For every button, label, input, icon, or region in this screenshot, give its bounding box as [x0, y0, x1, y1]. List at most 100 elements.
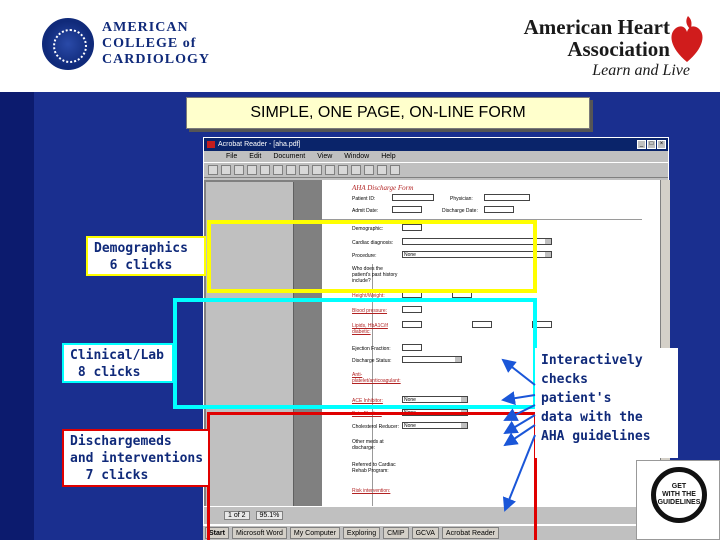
clinical-lab-callout: Clinical/Lab 8 clicks: [62, 343, 174, 383]
discharge-callout: Dischargemeds and interventions 7 clicks: [62, 429, 210, 487]
fit-page-icon[interactable]: [364, 165, 374, 175]
menu-edit[interactable]: Edit: [249, 151, 261, 162]
form-title: AHA Discharge Form: [352, 184, 414, 192]
acrobat-icon: [207, 141, 215, 148]
vertical-scrollbar[interactable]: [660, 180, 670, 508]
menu-bar: File Edit Document View Window Help: [204, 151, 668, 162]
label-admit-date: Admit Date:: [352, 208, 379, 214]
blood-pressure-field[interactable]: [402, 306, 422, 313]
close-button[interactable]: ×: [657, 140, 666, 149]
last-page-icon[interactable]: [312, 165, 322, 175]
physician-field[interactable]: [484, 194, 530, 201]
menu-view[interactable]: View: [317, 151, 332, 162]
age-field[interactable]: [402, 224, 422, 231]
hand-tool-icon[interactable]: [234, 165, 244, 175]
label-ace-inhibitor: ACE Inhibitor:: [352, 398, 383, 404]
get-with-the-guidelines-logo: GET WITH THE GUIDELINES: [636, 460, 720, 540]
guideline-check-callout: Interactively checks patient's data with…: [535, 348, 678, 458]
label-cholesterol-reducer: Cholesterol Reducer:: [352, 424, 399, 430]
beta-blocker-value: None: [404, 410, 416, 416]
patient-id-field[interactable]: [392, 194, 434, 201]
label-physician: Physician:: [450, 196, 473, 202]
navigation-pane: [206, 182, 294, 506]
slide-title: SIMPLE, ONE PAGE, ON-LINE FORM: [250, 104, 526, 121]
aha-heart-torch-icon: [671, 16, 703, 62]
print-icon[interactable]: [221, 165, 231, 175]
label-cardiac-rehab: Referred to Cardiac Rehab Program:: [352, 462, 396, 474]
taskbar-item[interactable]: Acrobat Reader: [441, 527, 499, 539]
select-text-icon[interactable]: [260, 165, 270, 175]
taskbar-item[interactable]: My Computer: [289, 527, 340, 539]
window-titlebar: Acrobat Reader - [aha.pdf] _ □ ×: [204, 138, 668, 151]
minimize-button[interactable]: _: [637, 140, 646, 149]
window-controls: _ □ ×: [637, 140, 666, 149]
form-page: AHA Discharge Form Patient ID: Physician…: [322, 180, 660, 508]
zoom-icon[interactable]: [247, 165, 257, 175]
label-blood-pressure: Blood pressure:: [352, 308, 388, 314]
actual-size-icon[interactable]: [351, 165, 361, 175]
label-procedure: Procedure:: [352, 253, 377, 259]
acrobat-window: Acrobat Reader - [aha.pdf] _ □ × File Ed…: [203, 137, 670, 525]
label-anti-platelet: Anti-platelet/anticoagulant:: [352, 372, 401, 384]
procedure-dropdown[interactable]: [402, 251, 552, 258]
ejection-fraction-field[interactable]: [402, 344, 422, 351]
find-icon[interactable]: [390, 165, 400, 175]
left-stripe: [0, 92, 34, 540]
label-demographic: Demographic:: [352, 226, 384, 232]
slide-title-box: SIMPLE, ONE PAGE, ON-LINE FORM: [186, 97, 590, 129]
label-lipids: Lipids, HbA1C/if diabetic:: [352, 323, 388, 335]
menu-document[interactable]: Document: [273, 151, 305, 162]
label-risk-intervention: Risk intervention:: [352, 488, 391, 494]
procedure-value: None: [404, 252, 416, 258]
aha-logo-text: American Heart Association: [523, 15, 670, 61]
document-area: AHA Discharge Form Patient ID: Physician…: [204, 180, 670, 508]
menu-help[interactable]: Help: [381, 151, 395, 162]
discharge-date-field[interactable]: [484, 206, 514, 213]
page-indicator[interactable]: 1 of 2: [224, 511, 250, 520]
zoom-level[interactable]: 95.1%: [255, 511, 284, 520]
prev-page-icon[interactable]: [286, 165, 296, 175]
label-discharge-status: Discharge Status:: [352, 358, 392, 364]
gwtg-logo-text: GET WITH THE GUIDELINES: [657, 483, 701, 506]
first-page-icon[interactable]: [273, 165, 283, 175]
status-bar: 1 of 2 95.1%: [204, 506, 670, 524]
forward-icon[interactable]: [338, 165, 348, 175]
cardiac-diagnosis-dropdown[interactable]: [402, 238, 552, 245]
back-icon[interactable]: [325, 165, 335, 175]
label-discharge-date: Discharge Date:: [442, 208, 478, 214]
taskbar-item[interactable]: GCVA: [411, 527, 439, 539]
label-patient-id: Patient ID:: [352, 196, 376, 202]
discharge-status-dropdown[interactable]: [402, 356, 462, 363]
taskbar-item[interactable]: Exploring: [342, 527, 381, 539]
acc-seal-logo: [42, 18, 94, 70]
gwtg-circle-icon: GET WITH THE GUIDELINES: [651, 467, 707, 523]
window-title: Acrobat Reader - [aha.pdf]: [218, 141, 301, 148]
cholesterol-reducer-value: None: [404, 423, 416, 429]
menu-window[interactable]: Window: [344, 151, 369, 162]
label-beta-blocker: Beta Blocker:: [352, 411, 382, 417]
open-icon[interactable]: [208, 165, 218, 175]
acc-logo-text: AMERICAN COLLEGE of CARDIOLOGY: [102, 20, 211, 67]
height-field[interactable]: [402, 291, 422, 298]
hdl-field[interactable]: [472, 321, 492, 328]
next-page-icon[interactable]: [299, 165, 309, 175]
label-history: Who does the patient's past history incl…: [352, 266, 398, 284]
toolbar: [204, 162, 668, 178]
label-other-meds: Other meds at discharge:: [352, 439, 384, 451]
start-button[interactable]: Start: [205, 527, 229, 539]
aha-tagline: Learn and Live: [592, 62, 690, 79]
taskbar-item[interactable]: CMIP: [383, 527, 409, 539]
maximize-button[interactable]: □: [647, 140, 656, 149]
total-chol-field[interactable]: [402, 321, 422, 328]
fit-width-icon[interactable]: [377, 165, 387, 175]
label-ejection-fraction: Ejection Fraction:: [352, 346, 391, 352]
label-cardiac-diagnosis: Cardiac diagnosis:: [352, 240, 394, 246]
form-divider: [322, 219, 642, 220]
taskbar-item[interactable]: Microsoft Word: [231, 527, 287, 539]
demographics-callout: Demographics 6 clicks: [86, 236, 206, 276]
ldl-field[interactable]: [532, 321, 552, 328]
menu-file[interactable]: File: [226, 151, 237, 162]
weight-field[interactable]: [452, 291, 472, 298]
ace-inhibitor-value: None: [404, 397, 416, 403]
admit-date-field[interactable]: [392, 206, 422, 213]
